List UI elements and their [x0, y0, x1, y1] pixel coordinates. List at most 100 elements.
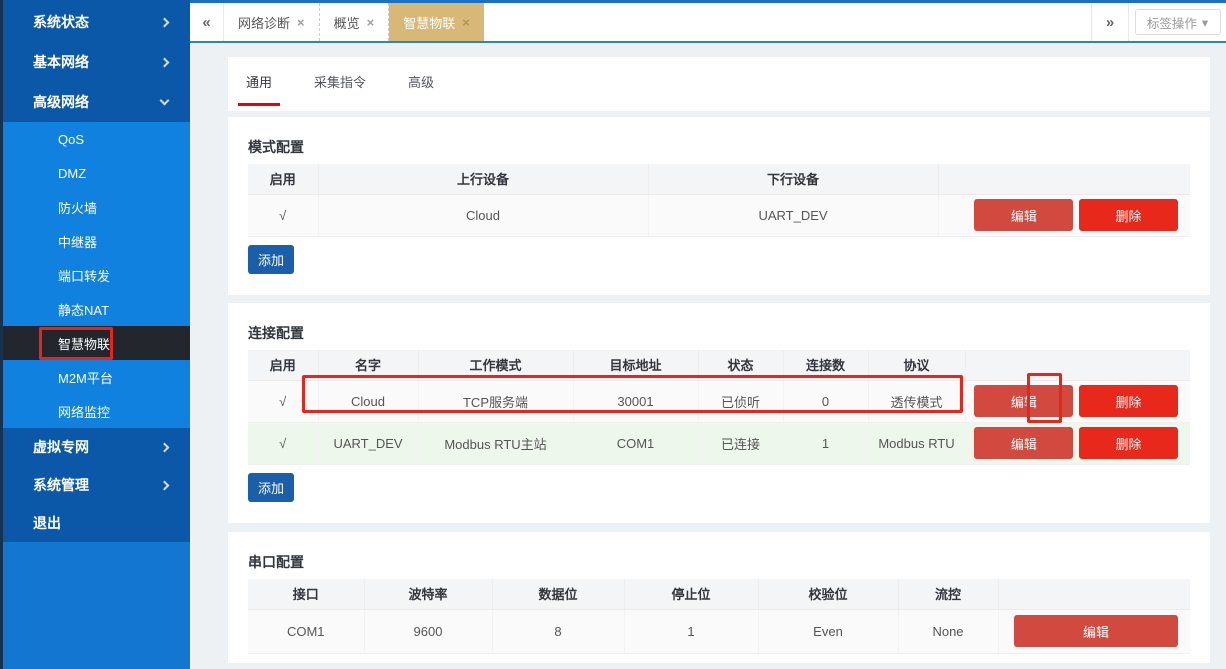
delete-button[interactable]: 删除 — [1079, 427, 1178, 459]
mode-config-section: 模式配置 启用 上行设备 下行设备 √ Cloud UART_DEV 编辑 删除 — [228, 117, 1210, 295]
sidebar-item-port-forward[interactable]: 端口转发 — [3, 258, 190, 292]
col-header-actions — [998, 579, 1190, 609]
tab-collect-commands[interactable]: 采集指令 — [306, 57, 374, 111]
close-icon[interactable]: × — [367, 15, 375, 30]
table-row-cloud: √ Cloud TCP服务端 30001 已侦听 0 透传模式 编辑 删除 — [248, 380, 1190, 422]
app-root: 系统状态 基本网络 高级网络 QoS DMZ 防火墙 中继器 端口转发 静态NA… — [0, 0, 1226, 669]
cell-data-bits: 8 — [492, 609, 624, 653]
cell-work-mode: Modbus RTU主站 — [418, 422, 573, 464]
close-icon[interactable]: × — [297, 15, 305, 30]
mode-config-table: 启用 上行设备 下行设备 √ Cloud UART_DEV 编辑 删除 — [248, 164, 1190, 237]
cell-downstream-device: UART_DEV — [648, 194, 938, 236]
section-title: 连接配置 — [248, 323, 1190, 343]
add-button[interactable]: 添加 — [248, 473, 294, 502]
chevron-right-icon — [160, 442, 170, 452]
sidebar-item-static-nat[interactable]: 静态NAT — [3, 292, 190, 326]
sidebar-bottom-group: 虚拟专网 系统管理 退出 — [3, 428, 190, 542]
cell-status: 已连接 — [698, 422, 783, 464]
tab-bar-spacer — [484, 3, 1091, 41]
table-header-row: 启用 名字 工作模式 目标地址 状态 连接数 协议 — [248, 350, 1190, 380]
sidebar-item-label: 系统状态 — [33, 12, 89, 32]
double-chevron-right-icon: » — [1106, 14, 1114, 31]
sidebar-item-network-monitor[interactable]: 网络监控 — [3, 394, 190, 428]
window-tab-network-diagnosis[interactable]: 网络诊断 × — [224, 3, 320, 41]
cell-enable-check: √ — [248, 380, 318, 422]
caret-down-icon: ▾ — [1202, 15, 1208, 30]
col-header-actions — [938, 164, 1190, 194]
chevron-right-icon — [160, 480, 170, 490]
cell-enable-check: √ — [248, 422, 318, 464]
scroll-tabs-right-button[interactable]: » — [1091, 3, 1128, 41]
cell-name: Cloud — [318, 380, 418, 422]
edit-button[interactable]: 编辑 — [1014, 615, 1178, 647]
main-content: 通用 采集指令 高级 模式配置 启用 上行设备 下行设备 √ Cloud UAR… — [190, 43, 1226, 669]
sidebar-item-logout[interactable]: 退出 — [3, 504, 190, 542]
delete-button[interactable]: 删除 — [1079, 199, 1178, 231]
tag-operations-label: 标签操作 — [1147, 13, 1197, 32]
chevron-right-icon — [160, 17, 170, 27]
cell-actions: 编辑 — [998, 609, 1190, 653]
tag-operations-area: 标签操作 ▾ — [1128, 3, 1226, 41]
window-tab-label: 概览 — [334, 13, 360, 32]
col-header-parity: 校验位 — [758, 579, 898, 609]
edit-button[interactable]: 编辑 — [974, 199, 1073, 231]
table-row: √ Cloud UART_DEV 编辑 删除 — [248, 194, 1190, 236]
cell-baud-rate: 9600 — [364, 609, 492, 653]
col-header-enable: 启用 — [248, 350, 318, 380]
cell-upstream-device: Cloud — [318, 194, 648, 236]
section-title: 串口配置 — [248, 552, 1190, 572]
sidebar-item-vpn[interactable]: 虚拟专网 — [3, 428, 190, 466]
connection-config-section: 连接配置 启用 名字 工作模式 目标地址 状态 连接数 协议 √ — [228, 303, 1210, 523]
tab-general[interactable]: 通用 — [238, 57, 280, 111]
col-header-actions — [965, 350, 1190, 380]
sidebar-item-system-management[interactable]: 系统管理 — [3, 466, 190, 504]
col-header-baud-rate: 波特率 — [364, 579, 492, 609]
col-header-status: 状态 — [698, 350, 783, 380]
col-header-enable: 启用 — [248, 164, 318, 194]
sidebar-item-smart-iot[interactable]: 智慧物联 — [3, 326, 190, 360]
sidebar-item-qos[interactable]: QoS — [3, 122, 190, 156]
cell-actions: 编辑 删除 — [938, 194, 1190, 236]
tag-operations-dropdown[interactable]: 标签操作 ▾ — [1135, 9, 1221, 35]
edit-button[interactable]: 编辑 — [974, 427, 1073, 459]
delete-button[interactable]: 删除 — [1079, 385, 1178, 417]
edit-button[interactable]: 编辑 — [974, 385, 1073, 417]
col-header-upstream-device: 上行设备 — [318, 164, 648, 194]
chevron-right-icon — [160, 57, 170, 67]
sidebar-item-repeater[interactable]: 中继器 — [3, 224, 190, 258]
chevron-down-icon — [160, 96, 170, 106]
table-row: COM1 9600 8 1 Even None 编辑 — [248, 609, 1190, 653]
sidebar-submenu: QoS DMZ 防火墙 中继器 端口转发 静态NAT 智慧物联 M2M平台 网络… — [3, 122, 190, 428]
sidebar-item-label: 高级网络 — [33, 92, 89, 112]
sidebar-item-firewall[interactable]: 防火墙 — [3, 190, 190, 224]
window-tab-smart-iot[interactable]: 智慧物联 × — [389, 3, 484, 41]
cell-work-mode: TCP服务端 — [418, 380, 573, 422]
cell-flow-control: None — [898, 609, 998, 653]
top-tab-bar: « 网络诊断 × 概览 × 智慧物联 × » 标签操作 ▾ — [190, 0, 1226, 43]
section-title: 模式配置 — [248, 137, 1190, 157]
cell-stop-bits: 1 — [624, 609, 758, 653]
page-tabs: 通用 采集指令 高级 — [228, 57, 1210, 111]
window-tab-overview[interactable]: 概览 × — [320, 3, 390, 41]
close-icon[interactable]: × — [462, 15, 470, 30]
serial-config-section: 串口配置 接口 波特率 数据位 停止位 校验位 流控 COM1 960 — [228, 532, 1210, 663]
tab-advanced[interactable]: 高级 — [400, 57, 442, 111]
sidebar-item-advanced-network[interactable]: 高级网络 — [3, 82, 190, 122]
sidebar-item-label: 退出 — [33, 513, 61, 533]
cell-actions: 编辑 删除 — [965, 380, 1190, 422]
col-header-interface: 接口 — [248, 579, 364, 609]
sidebar-item-basic-network[interactable]: 基本网络 — [3, 42, 190, 82]
add-button[interactable]: 添加 — [248, 245, 294, 274]
col-header-work-mode: 工作模式 — [418, 350, 573, 380]
col-header-connection-count: 连接数 — [783, 350, 868, 380]
col-header-flow-control: 流控 — [898, 579, 998, 609]
serial-config-table: 接口 波特率 数据位 停止位 校验位 流控 COM1 9600 8 1 Even… — [248, 579, 1190, 654]
cell-interface: COM1 — [248, 609, 364, 653]
cell-protocol: Modbus RTU — [868, 422, 965, 464]
sidebar-item-system-status[interactable]: 系统状态 — [3, 2, 190, 42]
cell-parity: Even — [758, 609, 898, 653]
sidebar-item-dmz[interactable]: DMZ — [3, 156, 190, 190]
scroll-tabs-left-button[interactable]: « — [190, 3, 224, 41]
cell-enable-check: √ — [248, 194, 318, 236]
sidebar-item-m2m-platform[interactable]: M2M平台 — [3, 360, 190, 394]
